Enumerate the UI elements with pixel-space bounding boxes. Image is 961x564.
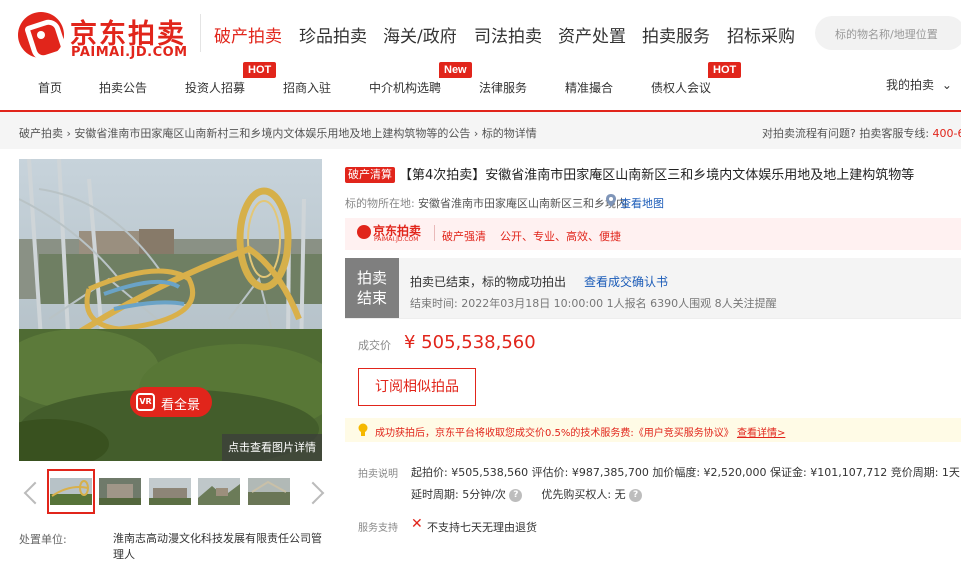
subnav-merchant-join[interactable]: 招商入驻 [283,79,331,96]
banner-logo-subtext: PAIMAI.JD.COM [374,236,419,243]
hot-badge: HOT [243,62,277,78]
view-photo-details-button[interactable]: 点击查看图片详情 [222,434,322,461]
breadcrumb-separator-icon: › [473,127,482,140]
banner-category: 破产强清 [442,230,486,243]
dispose-unit-value: 淮南志高动漫文化科技发展有限责任公司管理人 [113,532,322,561]
thumbnail-4[interactable] [198,478,240,505]
logo-divider [200,14,201,52]
delay-period: 延时周期: 5分钟/次 ? 优先购买权人: 无 ? [411,486,643,502]
chevron-down-icon: ⌄ [941,78,952,92]
chevron-right-icon[interactable] [305,478,327,510]
banner-divider [434,225,435,241]
thumbnail-2[interactable] [99,478,141,505]
notice-message: 成功获拍后，京东平台将收取您成交价0.5%的技术服务费:《用户竞买服务协议》 [375,428,734,439]
nav-asset-disposal[interactable]: 资产处置 [558,22,626,47]
thumbnail-5[interactable] [248,478,290,505]
location-value: 安徽省淮南市田家庵区山南新区三和乡境内 [418,197,627,210]
close-icon: ✕ [411,516,423,532]
thumbnail-1[interactable] [50,478,92,505]
service-fee-notice-text: 成功获拍后，京东平台将收取您成交价0.5%的技术服务费:《用户竞买服务协议》 查… [375,424,785,439]
no-return-notice: 不支持七天无理由退货 [427,521,537,534]
nav-judicial-auction[interactable]: 司法拍卖 [474,22,542,47]
search-input[interactable]: 标的物名称/地理位置 [815,16,961,50]
hot-badge: HOT [708,62,742,78]
breadcrumb-item: 标的物详情 [481,127,537,140]
my-auction-menu[interactable]: 我的拍卖 ⌄ [886,76,952,93]
thumbnail-3[interactable] [149,478,191,505]
nav-customs-government[interactable]: 海关/政府 [383,22,457,47]
auction-terms: 起拍价: ¥505,538,560 评估价: ¥987,385,700 加价幅度… [411,466,960,479]
status-tag-line: 结束 [356,289,387,307]
dispose-unit-label: 处置单位: [19,533,67,546]
item-title: 【第4次拍卖】安徽省淮南市田家庵区山南新区三和乡境内文体娱乐用地及地上建构筑物等 [399,168,915,183]
delay-period-text: 延时周期: 5分钟/次 [411,488,506,501]
jd-auction-banner [345,218,961,250]
nav-collectibles-auction[interactable]: 珍品拍卖 [299,22,367,47]
map-pin-icon [606,194,616,207]
service-support-label: 服务支持 [358,523,398,534]
jd-auction-logo[interactable]: 京东拍卖 PAIMAI.JD.COM [18,12,190,60]
help-text: 对拍卖流程有问题? 拍卖客服专线: [762,127,930,140]
view-map-link[interactable]: 查看地图 [620,195,664,211]
notice-details-link[interactable]: 查看详情> [737,428,785,439]
banner-slogan: 公开、专业、高效、便捷 [500,230,621,243]
subnav-legal-services[interactable]: 法律服务 [479,79,527,96]
nav-bankruptcy-auction[interactable]: 破产拍卖 [214,22,282,47]
banner-logo-icon [357,225,371,239]
priority-buyer-text: 优先购买权人: 无 [541,488,626,501]
auction-ended-tag: 拍卖 结束 [345,258,399,318]
subnav-precise-matching[interactable]: 精准撮合 [565,79,613,96]
search-placeholder: 标的物名称/地理位置 [835,28,938,41]
auction-description-label: 拍卖说明 [358,469,398,480]
logo-text-en: PAIMAI.JD.COM [71,45,188,60]
auction-status-text: 拍卖已结束，标的物成功拍出 [410,275,567,289]
chevron-left-icon[interactable] [19,478,41,510]
breadcrumb-item[interactable]: 安徽省淮南市田家庵区山南新村三和乡境内文体娱乐用地及地上建构筑物等的公告 [74,127,470,140]
subscribe-similar-button[interactable]: 订阅相似拍品 [358,368,476,406]
my-auction-label: 我的拍卖 [886,78,935,92]
vr-icon: VR [136,393,155,411]
nav-auction-services[interactable]: 拍卖服务 [642,22,710,47]
breadcrumb: 破产拍卖 › 安徽省淮南市田家庵区山南新村三和乡境内文体娱乐用地及地上建构筑物等… [19,125,537,141]
help-hotline: 对拍卖流程有问题? 拍卖客服专线: 400-62 [762,125,961,141]
status-tag-line: 拍卖 [356,269,387,287]
panorama-label: 看全景 [161,398,201,413]
logo-mark-icon [18,12,64,58]
subnav-creditor-meeting[interactable]: 债权人会议 [651,79,711,96]
question-icon[interactable]: ? [629,488,643,502]
auction-end-info: 结束时间: 2022年03月18日 10:00:00 1人报名 6390人围观 … [410,297,777,310]
view-deal-confirmation-link[interactable]: 查看成交确认书 [584,273,668,290]
location-label: 标的物所在地: [345,197,415,210]
deal-price-label: 成交价 [358,339,391,352]
lightbulb-icon [358,423,368,436]
panorama-button[interactable]: VR 看全景 [130,387,212,417]
subnav-home[interactable]: 首页 [38,79,62,96]
new-badge: New [439,62,472,78]
subnav-investor-recruit[interactable]: 投资人招募 [185,79,245,96]
bankruptcy-liquidation-tag: 破产清算 [345,167,395,183]
question-icon[interactable]: ? [509,488,523,502]
nav-tender-procurement[interactable]: 招标采购 [727,22,795,47]
deal-price: ¥ 505,538,560 [404,332,536,353]
hotline-number: 400-62 [932,127,961,140]
subnav-agency-selection[interactable]: 中介机构选聘 [369,79,441,96]
subnav-announcements[interactable]: 拍卖公告 [99,79,147,96]
breadcrumb-item[interactable]: 破产拍卖 [19,127,63,140]
